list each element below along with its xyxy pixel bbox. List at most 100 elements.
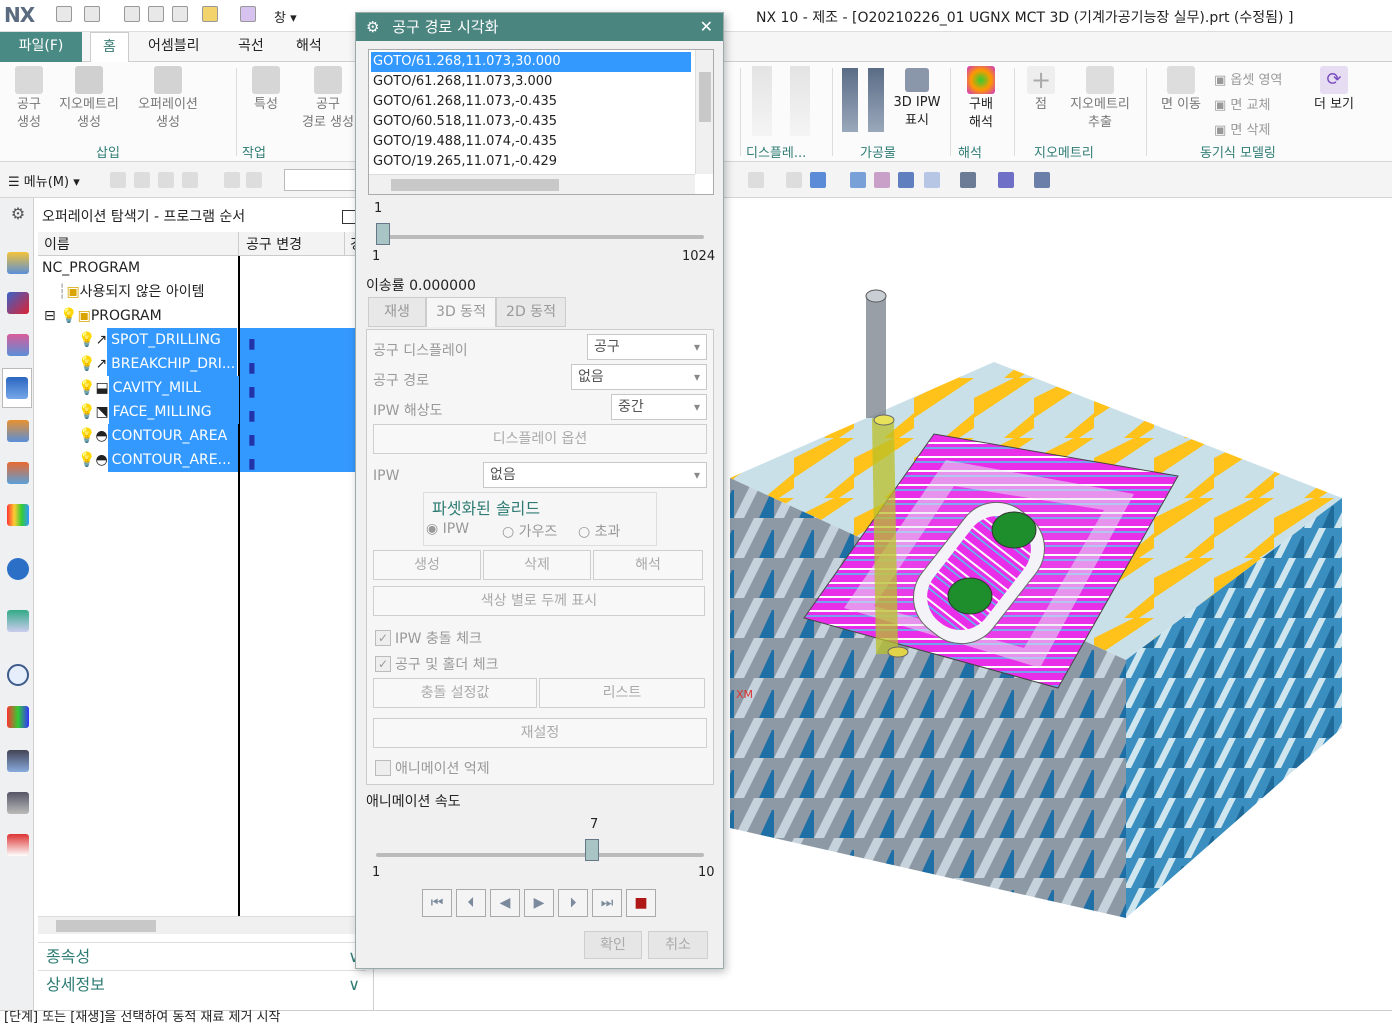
color-by-thickness-button[interactable]: 색상 별로 두께 표시	[373, 586, 705, 616]
play-reverse-button[interactable]: ◀	[490, 889, 520, 917]
filter-icon-6[interactable]	[246, 172, 262, 188]
gear-icon[interactable]: ⚙	[7, 204, 29, 226]
display-tools-icon-2[interactable]	[790, 66, 810, 136]
scrollbar-thumb[interactable]	[699, 72, 711, 122]
radio-ipw[interactable]: ◉ IPW	[426, 521, 469, 537]
undo-icon[interactable]	[84, 6, 100, 22]
create-operation-button[interactable]: 오퍼레이션 생성	[130, 66, 206, 132]
palette-icon[interactable]	[7, 706, 29, 728]
list-item[interactable]: GOTO/61.268,11.073,-0.435	[371, 92, 691, 112]
ipw-resolution-select[interactable]: 중간	[611, 394, 707, 420]
scrollbar-thumb[interactable]	[56, 920, 156, 932]
reuse-library-icon[interactable]	[7, 504, 29, 526]
rotate-icon[interactable]	[898, 172, 914, 188]
fit-icon[interactable]	[850, 172, 866, 188]
operation-navigator-tab[interactable]	[2, 368, 32, 408]
delete-face-button[interactable]: ▣ 면 삭제	[1214, 118, 1282, 143]
dependencies-section[interactable]: 종속성∨	[38, 942, 366, 970]
tab-2d-dynamic[interactable]: 2D 동적	[496, 297, 566, 327]
gear-icon[interactable]: ⚙	[356, 18, 379, 36]
tab-analysis[interactable]: 해석	[284, 32, 334, 62]
orient-icon[interactable]	[924, 172, 940, 188]
reset-button[interactable]: 재설정	[373, 718, 707, 748]
cut-icon[interactable]	[124, 6, 140, 22]
tree-row-program[interactable]: ⊟ 💡▣PROGRAM	[38, 304, 374, 328]
step-slider-track[interactable]	[376, 235, 704, 239]
forward-to-end-button[interactable]: ⏭	[592, 889, 622, 917]
cancel-button[interactable]: 취소	[648, 931, 708, 959]
ok-button[interactable]: 확인	[584, 931, 642, 959]
tool-holder-checkbox[interactable]: ✓	[375, 656, 391, 672]
scrollbar-thumb[interactable]	[391, 179, 559, 191]
tab-3d-dynamic[interactable]: 3D 동적	[426, 297, 496, 327]
point-button[interactable]: + 점	[1024, 66, 1058, 114]
tab-curve[interactable]: 곡선	[226, 32, 276, 62]
tree-row-unused-items[interactable]: ┆▣사용되지 않은 아이템	[38, 280, 374, 304]
tree-row-nc-program[interactable]: NC_PROGRAM	[38, 256, 374, 280]
create-geometry-button[interactable]: 지오메트리 생성	[52, 66, 126, 132]
draft-analysis-button[interactable]: 구배 해석	[958, 66, 1004, 132]
section-icon[interactable]	[1034, 172, 1050, 188]
toolpath-list[interactable]: GOTO/61.268,11.073,30.000 GOTO/61.268,11…	[368, 49, 714, 195]
filter-icon-4[interactable]	[182, 172, 198, 188]
list-item[interactable]: GOTO/19.488,11.074,-0.435	[371, 132, 691, 152]
cube-icon[interactable]	[810, 172, 826, 188]
list-item[interactable]: GOTO/61.268,11.073,30.000	[371, 52, 691, 72]
play-button[interactable]: ▶	[524, 889, 554, 917]
filter-icon[interactable]	[110, 172, 126, 188]
show-3d-ipw-button[interactable]: 3D IPW 표시	[890, 68, 944, 130]
roles-icon[interactable]	[7, 792, 29, 814]
save-icon[interactable]	[56, 6, 72, 22]
offset-region-button[interactable]: ▣ 옵셋 영역	[1214, 68, 1282, 93]
menu-button[interactable]: ☰ 메뉴(M) ▾	[8, 171, 80, 190]
tab-replay[interactable]: 재생	[368, 297, 426, 327]
vertical-scrollbar[interactable]	[695, 50, 713, 174]
filter-icon-5[interactable]	[224, 172, 240, 188]
delete-button[interactable]: 삭제	[483, 550, 591, 580]
history-icon[interactable]	[7, 664, 29, 686]
workpiece-icons-2[interactable]	[868, 68, 884, 132]
col-name[interactable]: 이름	[44, 234, 70, 254]
list-button[interactable]: 리스트	[539, 678, 705, 708]
display-options-button[interactable]: 디스플레이 옵션	[373, 424, 707, 454]
web-browser-icon[interactable]	[7, 610, 29, 632]
radio-excess[interactable]: ○ 초과	[578, 521, 620, 541]
extract-geometry-button[interactable]: 지오메트리 추출	[1062, 66, 1138, 132]
create-button[interactable]: 생성	[373, 550, 481, 580]
move-face-button[interactable]: 면 이동	[1156, 66, 1206, 114]
tool-icon[interactable]	[202, 6, 218, 22]
list-item[interactable]: GOTO/61.268,11.073,3.000	[371, 72, 691, 92]
tab-home[interactable]: 홈	[90, 32, 129, 62]
step-slider-thumb[interactable]	[376, 223, 390, 245]
window-menu[interactable]: 창 ▾	[274, 7, 297, 26]
animation-speed-thumb[interactable]	[585, 839, 599, 861]
paste-icon[interactable]	[172, 6, 188, 22]
close-icon[interactable]: ✕	[700, 13, 713, 41]
select-icon[interactable]	[748, 172, 764, 188]
method-navigator-icon[interactable]	[7, 334, 29, 356]
ipw-select[interactable]: 없음	[483, 462, 707, 488]
geometry-navigator-icon[interactable]	[7, 292, 29, 314]
zoom-icon[interactable]	[874, 172, 890, 188]
filter-icon-2[interactable]	[134, 172, 150, 188]
tool-display-select[interactable]: 공구	[587, 334, 707, 360]
create-tool-button[interactable]: 공구 생성	[8, 66, 50, 132]
tool-path-select[interactable]: 없음	[571, 364, 707, 390]
details-section[interactable]: 상세정보 ∨	[38, 970, 366, 998]
copy-icon[interactable]	[148, 6, 164, 22]
radio-gouge[interactable]: ○ 가우즈	[502, 521, 557, 541]
selection-filter-input[interactable]	[284, 169, 356, 191]
part-navigator-icon[interactable]	[7, 420, 29, 442]
suppress-animation-checkbox[interactable]	[375, 760, 391, 776]
tab-file[interactable]: 파일(F)	[0, 32, 82, 62]
horizontal-scrollbar[interactable]	[38, 916, 362, 934]
animation-speed-track[interactable]	[376, 853, 704, 857]
step-back-button[interactable]: ⏴	[456, 889, 486, 917]
info-icon[interactable]	[7, 558, 29, 580]
collapse-icon[interactable]: ⊟	[38, 308, 56, 324]
list-item[interactable]: GOTO/60.518,11.073,-0.435	[371, 112, 691, 132]
col-tool-change[interactable]: 공구 변경	[246, 234, 302, 254]
system-scenes-icon[interactable]	[7, 834, 29, 856]
rewind-to-start-button[interactable]: ⏮	[422, 889, 452, 917]
replace-face-button[interactable]: ▣ 면 교체	[1214, 93, 1282, 118]
